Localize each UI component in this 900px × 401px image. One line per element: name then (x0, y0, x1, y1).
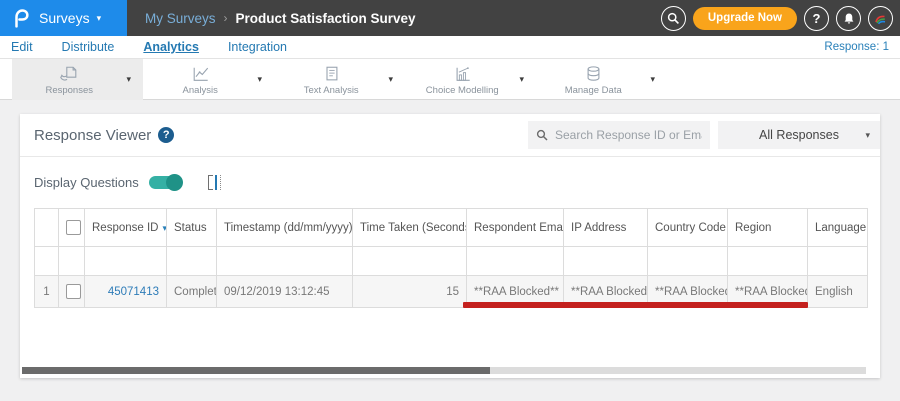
filter-cell[interactable] (727, 246, 808, 276)
chevron-down-icon[interactable]: ▾ (388, 74, 405, 85)
sort-desc-icon: ▾ (162, 223, 165, 233)
breadcrumb: My Surveys › Product Satisfaction Survey (145, 0, 416, 36)
manage-data-icon (587, 66, 600, 81)
breadcrumb-current: Product Satisfaction Survey (235, 10, 416, 26)
filter-row (34, 246, 868, 276)
row-checkbox[interactable] (66, 284, 81, 299)
col-language[interactable]: Language (807, 208, 868, 247)
select-all-checkbox[interactable] (66, 220, 81, 235)
chevron-down-icon: ▾ (865, 129, 870, 140)
toggle-knob (165, 173, 183, 191)
freeze-columns-icon[interactable] (207, 174, 221, 190)
col-country-code[interactable]: Country Code (647, 208, 728, 247)
page-title: Response Viewer (34, 126, 152, 144)
questionpro-logo-icon (15, 9, 29, 28)
product-menu[interactable]: Surveys ▾ (0, 0, 127, 36)
col-respondent-email[interactable]: Respondent Email (466, 208, 564, 247)
upgrade-now-button[interactable]: Upgrade Now (692, 6, 797, 30)
chevron-down-icon[interactable]: ▾ (650, 74, 667, 85)
toolbar-responses-label: Responses (45, 85, 93, 96)
text-analysis-icon (326, 66, 338, 81)
filter-cell[interactable] (647, 246, 728, 276)
row-select-cell (58, 275, 85, 308)
col-timestamp[interactable]: Timestamp (dd/mm/yyyy)⇅ (216, 208, 353, 247)
horizontal-scrollbar-track[interactable] (22, 367, 866, 374)
response-search[interactable] (528, 121, 710, 149)
timestamp-cell: 09/12/2019 13:12:45 (216, 275, 353, 308)
responses-table: Response ID▾ Status Timestamp (dd/mm/yyy… (34, 208, 868, 308)
help-icon[interactable]: ? (158, 127, 175, 143)
filter-cell (34, 246, 59, 276)
account-avatar[interactable] (868, 5, 893, 31)
col-status[interactable]: Status (166, 208, 217, 247)
response-filter-dropdown[interactable]: All Responses ▾ (718, 121, 880, 149)
filter-cell[interactable] (352, 246, 467, 276)
toolbar-manage-data-label: Manage Data (564, 85, 622, 96)
help-button[interactable]: ? (804, 5, 829, 31)
toolbar-text-analysis[interactable]: Text Analysis ▾ (274, 59, 405, 100)
toolbar-analysis-label: Analysis (182, 85, 218, 96)
nav-integration[interactable]: Integration (228, 38, 287, 56)
col-row-number (34, 208, 59, 247)
filter-cell[interactable] (84, 246, 167, 276)
response-viewer-panel: Response Viewer ? All Responses ▾ Displa… (20, 114, 880, 378)
response-id-cell[interactable]: 45071413 (84, 275, 167, 308)
chevron-down-icon[interactable]: ▾ (257, 74, 274, 85)
nav-distribute[interactable]: Distribute (62, 38, 115, 56)
survey-nav: Edit Distribute Analytics Integration Re… (0, 36, 900, 59)
toolbar-responses[interactable]: Responses ▾ (12, 59, 143, 100)
breadcrumb-separator: › (223, 11, 228, 25)
analytics-toolbar: Responses ▾ Analysis ▾ Text Analysis ▾ C… (0, 59, 900, 100)
language-cell: English (807, 275, 868, 308)
chevron-down-icon[interactable]: ▾ (126, 74, 143, 85)
toolbar-choice-modelling-label: Choice Modelling (425, 85, 499, 96)
chevron-down-icon: ▾ (96, 12, 102, 23)
filter-cell[interactable] (466, 246, 564, 276)
bell-icon (844, 13, 853, 24)
col-response-id[interactable]: Response ID▾ (84, 208, 167, 247)
table-controls: Display Questions (34, 173, 221, 191)
horizontal-scrollbar-thumb[interactable] (22, 367, 490, 374)
notifications-button[interactable] (836, 5, 861, 31)
header-row: Response ID▾ Status Timestamp (dd/mm/yyy… (34, 208, 868, 247)
time-taken-cell: 15 (352, 275, 467, 308)
filter-cell[interactable] (563, 246, 648, 276)
col-time-taken[interactable]: Time Taken (Seconds)⇅ (352, 208, 467, 247)
nav-edit[interactable]: Edit (11, 38, 33, 56)
filter-cell[interactable] (807, 246, 868, 276)
response-filter-value: All Responses (759, 128, 839, 142)
choice-modelling-icon (456, 67, 470, 81)
search-icon (667, 12, 679, 24)
nav-analytics[interactable]: Analytics (143, 38, 199, 56)
top-bar: Surveys ▾ My Surveys › Product Satisfact… (0, 0, 900, 36)
responses-icon (59, 66, 77, 81)
row-number: 1 (34, 275, 59, 308)
toolbar-analysis[interactable]: Analysis ▾ (143, 59, 274, 100)
display-questions-toggle[interactable] (148, 173, 183, 191)
search-input[interactable] (555, 128, 702, 142)
col-region[interactable]: Region (727, 208, 808, 247)
panel-header: Response Viewer ? All Responses ▾ (20, 114, 880, 157)
toolbar-manage-data[interactable]: Manage Data ▾ (536, 59, 667, 100)
display-questions-label: Display Questions (34, 174, 139, 190)
annotation-red-underline (463, 302, 808, 308)
search-button[interactable] (660, 5, 686, 31)
filter-cell[interactable] (216, 246, 353, 276)
account-logo-icon (875, 15, 886, 24)
chevron-down-icon[interactable]: ▾ (519, 74, 536, 85)
filter-cell[interactable] (166, 246, 217, 276)
analysis-icon (193, 67, 208, 81)
col-ip-address[interactable]: IP Address (563, 208, 648, 247)
toolbar-text-analysis-label: Text Analysis (303, 85, 359, 96)
response-count: Response: 1 (824, 41, 889, 53)
product-menu-label: Surveys (39, 10, 90, 26)
status-cell: Completed (166, 275, 217, 308)
toolbar-choice-modelling[interactable]: Choice Modelling ▾ (405, 59, 536, 100)
search-icon (536, 129, 548, 141)
breadcrumb-parent[interactable]: My Surveys (145, 11, 216, 26)
filter-cell (58, 246, 85, 276)
col-select-all (58, 208, 85, 247)
